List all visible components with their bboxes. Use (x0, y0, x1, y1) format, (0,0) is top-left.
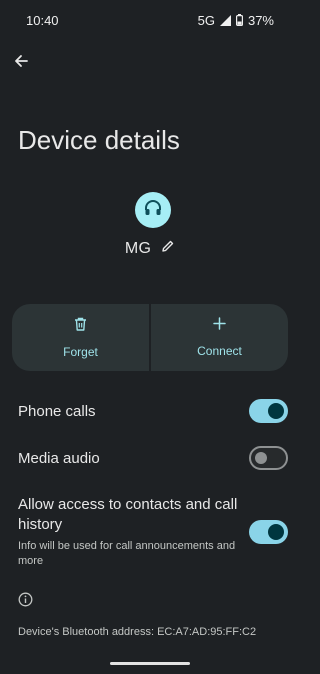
status-time: 10:40 (26, 12, 59, 28)
edit-name-button[interactable] (161, 239, 175, 258)
contacts-text-block: Allow access to contacts and call histor… (18, 495, 243, 569)
signal-icon (219, 14, 231, 26)
battery-icon (235, 14, 243, 26)
device-name: MG (124, 239, 152, 257)
bluetooth-address: Device's Bluetooth address: EC:A7:AD:95:… (18, 626, 257, 638)
switch-knob (268, 524, 284, 540)
network-label: 5G (197, 12, 215, 28)
connect-label: Connect (197, 344, 242, 358)
home-indicator[interactable] (110, 662, 190, 665)
media-audio-label: Media audio (18, 449, 100, 467)
setting-contacts-access[interactable]: Allow access to contacts and call histor… (18, 495, 288, 569)
media-audio-switch[interactable] (249, 446, 288, 470)
status-icons: 5G 37% (198, 13, 274, 28)
phone-calls-label: Phone calls (18, 402, 96, 420)
switch-knob (255, 452, 267, 464)
battery-percent: 37% (247, 12, 274, 28)
back-button[interactable] (10, 52, 32, 74)
device-name-row: MG (0, 239, 300, 258)
setting-media-audio[interactable]: Media audio (18, 446, 288, 470)
action-bar: Forget Connect (12, 304, 288, 371)
contacts-access-label: Allow access to contacts and call histor… (18, 496, 238, 533)
switch-knob (268, 403, 284, 419)
setting-phone-calls[interactable]: Phone calls (18, 399, 288, 423)
info-icon (18, 592, 33, 612)
status-bar: 10:40 5G 37% (0, 0, 300, 40)
contacts-access-switch[interactable] (249, 520, 288, 544)
forget-label: Forget (63, 344, 98, 359)
forget-button[interactable]: Forget (12, 304, 149, 371)
page-title: Device details (18, 125, 180, 155)
phone-calls-switch[interactable] (249, 399, 288, 423)
headset-icon (143, 198, 163, 223)
contacts-access-description: Info will be used for call announcements… (18, 540, 236, 567)
trash-icon (74, 317, 87, 336)
arrow-back-icon (13, 53, 29, 74)
plus-icon (213, 317, 226, 335)
device-avatar (135, 192, 171, 228)
pencil-icon (161, 239, 175, 258)
connect-button[interactable]: Connect (149, 304, 288, 371)
